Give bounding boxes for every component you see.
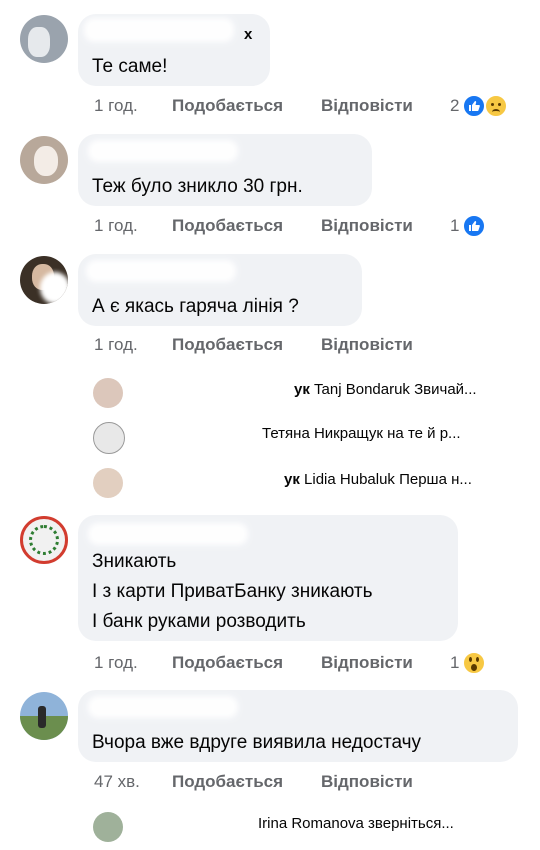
reply-author: ук [294, 381, 310, 398]
reply-preview[interactable]: Тетяна Никращук на те й р... [0, 418, 540, 454]
comment-bubble: x Те саме! [78, 14, 270, 86]
like-button[interactable]: Подобається [172, 653, 283, 673]
avatar[interactable] [20, 15, 68, 63]
comment-bubble: Вчора вже вдруге виявила недостачу [78, 690, 518, 762]
reaction-count[interactable]: 1 [450, 653, 459, 673]
reply-text: Tanj Bondaruk Звичай... [314, 381, 477, 398]
reply-button[interactable]: Відповісти [321, 335, 413, 355]
comment-text-line: Зникають [92, 551, 177, 572]
redacted-author [130, 424, 256, 448]
comment-time[interactable]: 1 год. [94, 653, 138, 673]
comment-text: А є якась гаряча лінія ? [92, 296, 299, 317]
avatar[interactable] [20, 692, 68, 740]
avatar[interactable] [20, 516, 68, 564]
comment-bubble: А є якась гаряча лінія ? [78, 254, 362, 326]
avatar [93, 378, 123, 408]
like-icon [462, 214, 486, 238]
like-button[interactable]: Подобається [172, 335, 283, 355]
avatar [93, 468, 123, 498]
reply-button[interactable]: Відповісти [321, 216, 413, 236]
redacted-author [86, 260, 236, 282]
like-button[interactable]: Подобається [172, 96, 283, 116]
reply-text: Irina Romanova зверніться... [258, 815, 454, 832]
redacted-author [130, 470, 280, 494]
comment-text: Те саме! [92, 56, 168, 77]
redacted-author [88, 140, 238, 162]
redacted-author [88, 523, 248, 545]
redacted-author [130, 814, 252, 838]
avatar[interactable] [20, 136, 68, 184]
reply-button[interactable]: Відповісти [321, 772, 413, 792]
comment-bubble: Зникають І з карти ПриватБанку зникають … [78, 515, 458, 641]
comment-text-line: І з карти ПриватБанку зникають [92, 581, 373, 602]
reply-preview[interactable]: ук Lidia Hubaluk Перша н... [0, 464, 540, 500]
sad-icon [484, 94, 508, 118]
comment-bubble: Теж було зникло 30 грн. [78, 134, 372, 206]
comment-text: Вчора вже вдруге виявила недостачу [92, 732, 422, 753]
reply-button[interactable]: Відповісти [321, 653, 413, 673]
like-button[interactable]: Подобається [172, 772, 283, 792]
like-icon [462, 94, 486, 118]
avatar [93, 812, 123, 842]
reply-text: Тетяна Никращук на те й р... [262, 425, 461, 442]
reaction-count[interactable]: 2 [450, 96, 459, 116]
comment-time[interactable]: 1 год. [94, 216, 138, 236]
avatar [93, 422, 125, 454]
like-button[interactable]: Подобається [172, 216, 283, 236]
reply-author: ук [284, 471, 300, 488]
comment-author[interactable]: x [244, 26, 252, 43]
comment-time[interactable]: 47 хв. [94, 772, 140, 792]
redacted-author [130, 380, 290, 404]
comment-text: Теж було зникло 30 грн. [92, 176, 303, 197]
reply-preview[interactable]: ук Tanj Bondaruk Звичай... [0, 374, 540, 410]
reply-preview[interactable]: Irina Romanova зверніться... [0, 808, 540, 844]
avatar[interactable] [20, 256, 68, 304]
comment-time[interactable]: 1 год. [94, 96, 138, 116]
redacted-author [84, 18, 234, 42]
reply-text: Lidia Hubaluk Перша н... [304, 471, 472, 488]
comment-text-line: І банк руками розводить [92, 611, 306, 632]
reaction-count[interactable]: 1 [450, 216, 459, 236]
reply-button[interactable]: Відповісти [321, 96, 413, 116]
wow-icon [462, 651, 486, 675]
comment-time[interactable]: 1 год. [94, 335, 138, 355]
redacted-author [88, 696, 238, 718]
